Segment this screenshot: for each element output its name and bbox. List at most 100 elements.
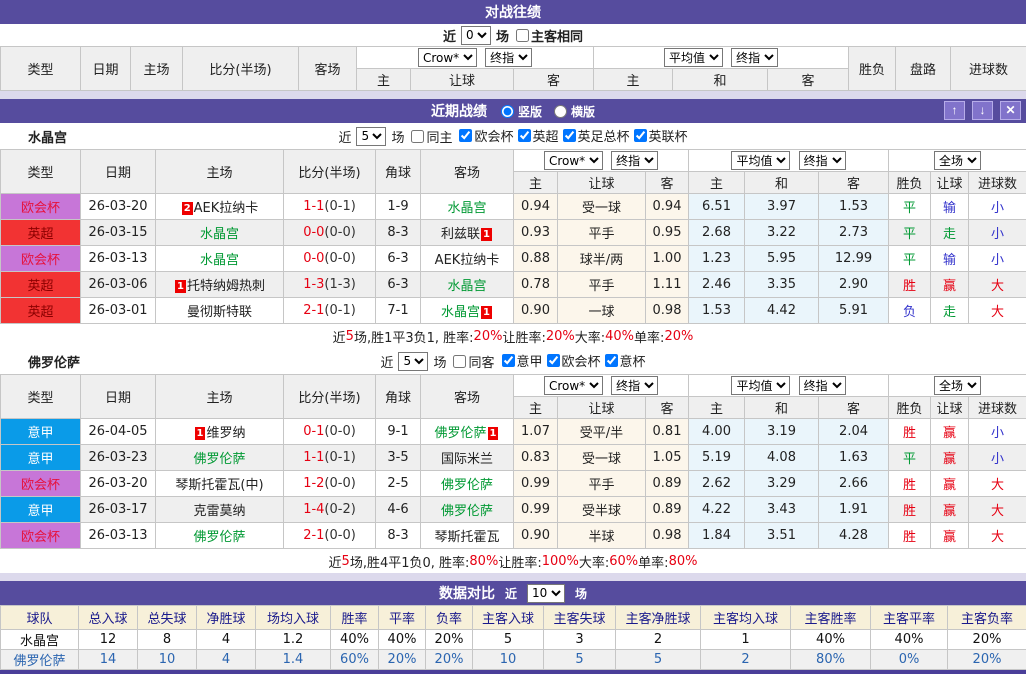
- team-cell[interactable]: 琴斯托霍瓦(中): [156, 471, 284, 497]
- horizontal-layout-radio-label[interactable]: 横版: [550, 103, 595, 120]
- team-cell[interactable]: 佛罗伦萨: [421, 497, 514, 523]
- team-cell[interactable]: 水晶宫: [421, 272, 514, 298]
- average-select[interactable]: 平均值: [731, 376, 790, 395]
- team-cell[interactable]: 2AEK拉纳卡: [156, 194, 284, 220]
- same-home-away-checkbox[interactable]: [516, 29, 529, 42]
- league-filter-checkbox[interactable]: [518, 129, 531, 142]
- league-type-cell[interactable]: 欧会杯: [1, 523, 81, 549]
- score-cell[interactable]: 0-1(0-0): [284, 419, 376, 445]
- team-name[interactable]: 水晶宫: [200, 253, 239, 268]
- league-filter-checkbox-label[interactable]: 英联杯: [630, 126, 688, 145]
- same-venue-checkbox[interactable]: [411, 130, 424, 143]
- team-name[interactable]: 国际米兰: [441, 452, 493, 467]
- same-venue-checkbox[interactable]: [453, 355, 466, 368]
- team-name[interactable]: 佛罗伦萨: [441, 478, 493, 493]
- team-cell[interactable]: AEK拉纳卡: [421, 246, 514, 272]
- score-cell[interactable]: 1-3(1-3): [284, 272, 376, 298]
- average-select[interactable]: 平均值: [731, 151, 790, 170]
- final-odds-select-2[interactable]: 终指: [731, 48, 778, 67]
- average-select[interactable]: 平均值: [664, 48, 723, 67]
- league-filter-checkbox-label[interactable]: 意甲: [498, 351, 543, 370]
- full-match-select[interactable]: 全场: [934, 151, 981, 170]
- team-name[interactable]: 佛罗伦萨: [435, 426, 487, 441]
- same-venue-checkbox-label[interactable]: 同客: [449, 352, 494, 371]
- horizontal-layout-radio[interactable]: [554, 105, 567, 118]
- team-cell[interactable]: 水晶宫: [421, 194, 514, 220]
- league-filter-checkbox-label[interactable]: 意杯: [601, 351, 646, 370]
- team-name[interactable]: 琴斯托霍瓦: [434, 530, 499, 545]
- league-type-cell[interactable]: 英超: [1, 272, 81, 298]
- bookmaker-select[interactable]: Crow*: [418, 48, 477, 67]
- score-cell[interactable]: 1-2(0-0): [284, 471, 376, 497]
- team-cell[interactable]: 佛罗伦萨: [156, 445, 284, 471]
- team-name[interactable]: 琴斯托霍瓦(中): [175, 478, 263, 493]
- team-name[interactable]: 水晶宫: [447, 201, 486, 216]
- league-filter-checkbox[interactable]: [502, 354, 515, 367]
- team-cell[interactable]: 佛罗伦萨: [421, 471, 514, 497]
- league-filter-checkbox[interactable]: [547, 354, 560, 367]
- league-filter-checkbox-label[interactable]: 欧会杯: [543, 351, 601, 370]
- compare-team-cell[interactable]: 水晶宫: [1, 630, 79, 650]
- team-cell[interactable]: 利兹联1: [421, 220, 514, 246]
- score-cell[interactable]: 2-1(0-0): [284, 523, 376, 549]
- team-cell[interactable]: 1托特纳姆热刺: [156, 272, 284, 298]
- team-name[interactable]: 利兹联: [441, 227, 480, 242]
- team-name[interactable]: 水晶宫: [200, 227, 239, 242]
- final-odds-select-1[interactable]: 终指: [611, 376, 658, 395]
- team-cell[interactable]: 曼彻斯特联: [156, 298, 284, 324]
- team-cell[interactable]: 1维罗纳: [156, 419, 284, 445]
- team-name[interactable]: AEK拉纳卡: [435, 253, 500, 268]
- team-name[interactable]: 佛罗伦萨: [193, 452, 245, 467]
- bookmaker-select[interactable]: Crow*: [544, 376, 603, 395]
- league-type-cell[interactable]: 意甲: [1, 419, 81, 445]
- league-type-cell[interactable]: 欧会杯: [1, 246, 81, 272]
- final-odds-select-1[interactable]: 终指: [611, 151, 658, 170]
- h2h-count-select[interactable]: 0: [461, 26, 491, 45]
- vertical-layout-radio-label[interactable]: 竖版: [497, 103, 542, 120]
- score-cell[interactable]: 1-1(0-1): [284, 445, 376, 471]
- team-name[interactable]: 托特纳姆热刺: [187, 279, 265, 294]
- close-button[interactable]: ✕: [1000, 101, 1021, 120]
- team-cell[interactable]: 克雷莫纳: [156, 497, 284, 523]
- same-home-away-checkbox-label[interactable]: 主客相同: [512, 26, 583, 45]
- league-filter-checkbox-label[interactable]: 欧会杯: [455, 126, 513, 145]
- league-type-cell[interactable]: 欧会杯: [1, 471, 81, 497]
- league-filter-checkbox-label[interactable]: 英足总杯: [559, 126, 630, 145]
- bookmaker-select[interactable]: Crow*: [544, 151, 603, 170]
- league-filter-checkbox[interactable]: [459, 129, 472, 142]
- team-cell[interactable]: 水晶宫: [156, 220, 284, 246]
- team-cell[interactable]: 国际米兰: [421, 445, 514, 471]
- team-cell[interactable]: 佛罗伦萨: [156, 523, 284, 549]
- move-up-button[interactable]: ↑: [944, 101, 965, 120]
- final-odds-select-2[interactable]: 终指: [799, 151, 846, 170]
- league-filter-checkbox[interactable]: [634, 129, 647, 142]
- score-cell[interactable]: 0-0(0-0): [284, 220, 376, 246]
- team-cell[interactable]: 水晶宫1: [421, 298, 514, 324]
- team-name[interactable]: 佛罗伦萨: [193, 530, 245, 545]
- team-name[interactable]: 曼彻斯特联: [187, 305, 252, 320]
- team-cell[interactable]: 佛罗伦萨1: [421, 419, 514, 445]
- team-cell[interactable]: 水晶宫: [156, 246, 284, 272]
- compare-team-cell[interactable]: 佛罗伦萨: [1, 650, 79, 670]
- team-count-select[interactable]: 5: [398, 352, 428, 371]
- league-type-cell[interactable]: 意甲: [1, 445, 81, 471]
- league-type-cell[interactable]: 英超: [1, 220, 81, 246]
- full-match-select[interactable]: 全场: [934, 376, 981, 395]
- team-name[interactable]: 克雷莫纳: [193, 504, 245, 519]
- same-venue-checkbox-label[interactable]: 同主: [407, 127, 452, 146]
- team-name[interactable]: 佛罗伦萨: [441, 504, 493, 519]
- league-filter-checkbox-label[interactable]: 英超: [514, 126, 559, 145]
- team-name[interactable]: 水晶宫: [441, 305, 480, 320]
- score-cell[interactable]: 1-4(0-2): [284, 497, 376, 523]
- league-type-cell[interactable]: 英超: [1, 298, 81, 324]
- final-odds-select-1[interactable]: 终指: [485, 48, 532, 67]
- team-count-select[interactable]: 5: [356, 127, 386, 146]
- team-cell[interactable]: 琴斯托霍瓦: [421, 523, 514, 549]
- league-filter-checkbox[interactable]: [563, 129, 576, 142]
- score-cell[interactable]: 2-1(0-1): [284, 298, 376, 324]
- team-name[interactable]: 维罗纳: [206, 426, 245, 441]
- final-odds-select-2[interactable]: 终指: [799, 376, 846, 395]
- score-cell[interactable]: 1-1(0-1): [284, 194, 376, 220]
- league-type-cell[interactable]: 意甲: [1, 497, 81, 523]
- score-cell[interactable]: 0-0(0-0): [284, 246, 376, 272]
